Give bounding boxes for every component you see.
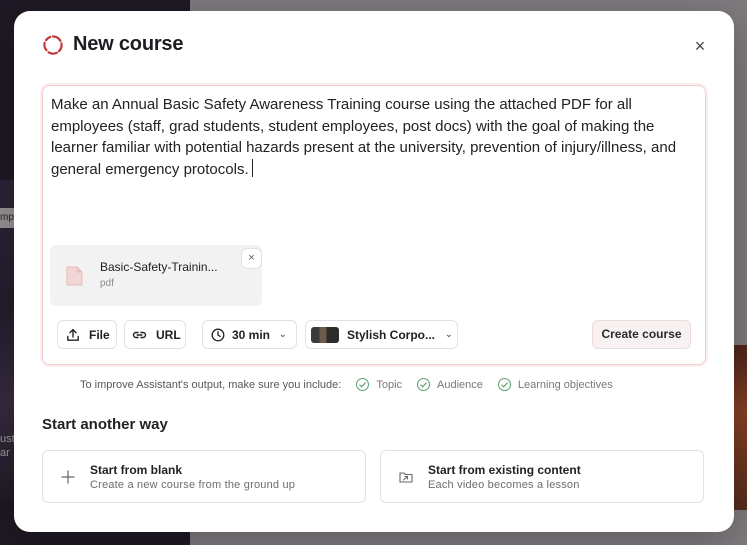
attachment-type: pdf [100,278,114,289]
clock-icon [211,328,225,341]
start-from-blank-card[interactable]: Start from blank Create a new course fro… [42,450,366,503]
check-circle-icon [356,378,370,391]
chevron-down-icon: ⌄ [279,329,287,339]
start-from-existing-content-card[interactable]: Start from existing content Each video b… [380,450,704,503]
logo-icon [43,34,63,55]
close-icon: × [694,36,706,56]
new-course-modal: New course × Make an Annual Basic Safety… [14,11,734,532]
url-button[interactable]: URL [124,320,186,349]
text-caret [251,158,253,177]
style-select[interactable]: Stylish Corpo... ⌄ [305,320,458,349]
style-thumbnail [311,326,339,343]
attachment-name: Basic-Safety-Trainin... [100,260,218,274]
pdf-file-icon [66,266,83,286]
create-course-button[interactable]: Create course [592,320,691,349]
import-icon [399,472,413,483]
check-circle-icon [497,378,511,391]
modal-title: New course [73,33,184,55]
prompt-composer[interactable]: Make an Annual Basic Safety Awareness Tr… [42,85,706,365]
improvement-hints: To improve Assistant's output, make sure… [80,378,613,391]
card-title: Start from existing content [428,463,581,477]
chevron-down-icon: ⌄ [445,329,453,339]
close-button[interactable]: × [692,36,708,56]
prompt-text: Make an Annual Basic Safety Awareness Tr… [51,96,677,178]
modal-header: New course [42,33,183,56]
prompt-textarea[interactable]: Make an Annual Basic Safety Awareness Tr… [51,94,691,180]
upload-icon [67,328,79,341]
attachment-card[interactable]: Basic-Safety-Trainin... pdf × [50,245,262,306]
hint-learning-objectives: Learning objectives [497,378,613,391]
link-icon [132,331,147,338]
card-subtitle: Each video becomes a lesson [428,479,580,491]
card-title: Start from blank [90,463,183,477]
file-button[interactable]: File [57,320,117,349]
check-circle-icon [417,378,431,391]
hint-topic: Topic [356,378,402,391]
card-subtitle: Create a new course from the ground up [90,479,296,491]
hint-audience: Audience [417,378,483,391]
section-title: Start another way [42,416,168,433]
duration-select[interactable]: 30 min ⌄ [202,320,297,349]
plus-icon [61,470,75,484]
hint-intro: To improve Assistant's output, make sure… [80,378,342,391]
close-icon: × [248,252,255,264]
remove-attachment-button[interactable]: × [241,248,262,269]
